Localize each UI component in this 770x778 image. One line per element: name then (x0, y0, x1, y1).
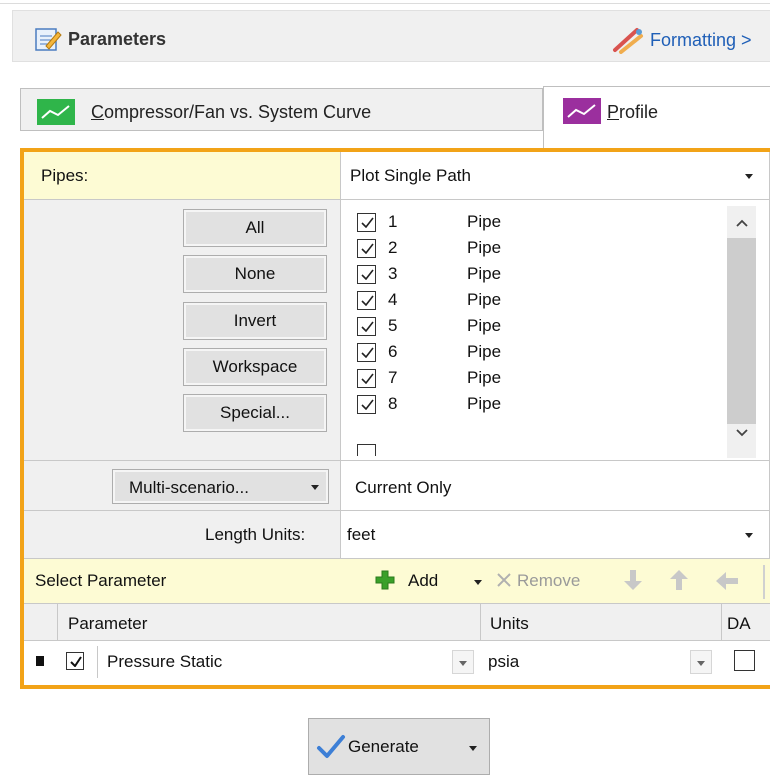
row-indicator (36, 656, 44, 666)
pipes-mode-value: Plot Single Path (350, 166, 471, 185)
pipe-number: 7 (388, 368, 398, 387)
top-divider (0, 3, 770, 4)
chevron-down-icon (745, 533, 753, 538)
parameter-column-header[interactable]: Parameter (68, 614, 147, 634)
tab-system-curve-label: Compressor/Fan vs. System Curve (91, 102, 372, 122)
pipe-number: 1 (388, 212, 398, 231)
move-left-icon[interactable] (714, 570, 740, 592)
checkbox[interactable] (357, 317, 376, 336)
add-icon[interactable] (375, 570, 395, 590)
all-button[interactable]: All (183, 209, 327, 247)
list-item[interactable]: 2 Pipe (352, 236, 722, 260)
checkmark-icon (317, 735, 345, 758)
pipe-type: Pipe (467, 212, 502, 231)
parameter-value: Pressure Static (107, 652, 223, 671)
tab-profile-label: Profile (607, 102, 659, 122)
pipes-label: Pipes: (41, 166, 89, 185)
parameter-checkbox[interactable] (66, 652, 84, 670)
units-column-header[interactable]: Units (490, 614, 529, 634)
length-units-dropdown[interactable] (341, 511, 770, 559)
pipe-type: Pipe (467, 290, 502, 309)
select-parameter-title: Select Parameter (35, 571, 167, 590)
chevron-down-icon[interactable] (474, 580, 482, 585)
parameter-dropdown-button[interactable] (452, 650, 474, 674)
list-item[interactable]: 3 Pipe (352, 262, 722, 286)
checkbox[interactable] (357, 343, 376, 362)
invert-button[interactable]: Invert (183, 302, 327, 340)
checkbox[interactable] (357, 239, 376, 258)
checkbox[interactable] (357, 265, 376, 284)
scenario-value: Current Only (355, 478, 452, 497)
chart-icon-green (37, 99, 75, 125)
generate-label: Generate (348, 737, 419, 756)
list-item[interactable]: 1 Pipe (352, 210, 722, 234)
pipe-type: Pipe (467, 394, 502, 413)
units-dropdown-button[interactable] (690, 650, 712, 674)
special-button[interactable]: Special... (183, 394, 327, 432)
pipe-number: 4 (388, 290, 398, 309)
pipe-type: Pipe (467, 238, 502, 257)
chart-icon-purple (563, 98, 601, 124)
workspace-button[interactable]: Workspace (183, 348, 327, 386)
scrollbar-thumb[interactable] (727, 238, 756, 424)
remove-button[interactable]: Remove (517, 571, 580, 591)
parameters-title: Parameters (68, 29, 167, 49)
remove-icon (497, 573, 511, 587)
pipe-number: 3 (388, 264, 398, 283)
add-button[interactable]: Add (408, 571, 438, 591)
none-button[interactable]: None (183, 255, 327, 293)
pipe-number: 2 (388, 238, 398, 257)
length-units-value: feet (347, 525, 376, 544)
chevron-down-icon (745, 174, 753, 179)
checkbox[interactable] (357, 369, 376, 388)
checkbox[interactable] (357, 291, 376, 310)
move-up-icon[interactable] (668, 568, 690, 592)
move-down-icon[interactable] (622, 568, 644, 592)
list-item[interactable]: 5 Pipe (352, 314, 722, 338)
chevron-down-icon[interactable] (469, 746, 477, 751)
pipe-type: Pipe (467, 264, 502, 283)
multi-scenario-button[interactable]: Multi-scenario... (112, 469, 329, 504)
list-item[interactable]: 8 Pipe (352, 392, 722, 416)
list-item[interactable]: 7 Pipe (352, 366, 722, 390)
scroll-down-icon[interactable] (735, 428, 749, 438)
da-checkbox[interactable] (734, 650, 755, 671)
toolbar-separator (763, 565, 765, 599)
formatting-icon (613, 28, 643, 54)
da-column-header[interactable]: DA (727, 614, 751, 634)
pipe-number: 6 (388, 342, 398, 361)
checkbox-partial[interactable] (357, 444, 376, 456)
checkbox[interactable] (357, 395, 376, 414)
pipe-type: Pipe (467, 316, 502, 335)
pipe-number: 8 (388, 394, 398, 413)
scroll-up-icon[interactable] (735, 218, 749, 228)
chevron-down-icon (311, 485, 319, 490)
pipe-type: Pipe (467, 342, 502, 361)
checkbox[interactable] (357, 213, 376, 232)
list-item[interactable]: 6 Pipe (352, 340, 722, 364)
pipe-number: 5 (388, 316, 398, 335)
formatting-link[interactable]: Formatting > (650, 30, 752, 51)
length-units-label: Length Units: (205, 525, 306, 544)
units-value: psia (488, 652, 520, 671)
list-item[interactable]: 4 Pipe (352, 288, 722, 312)
parameters-icon (35, 28, 62, 51)
pipe-type: Pipe (467, 368, 502, 387)
